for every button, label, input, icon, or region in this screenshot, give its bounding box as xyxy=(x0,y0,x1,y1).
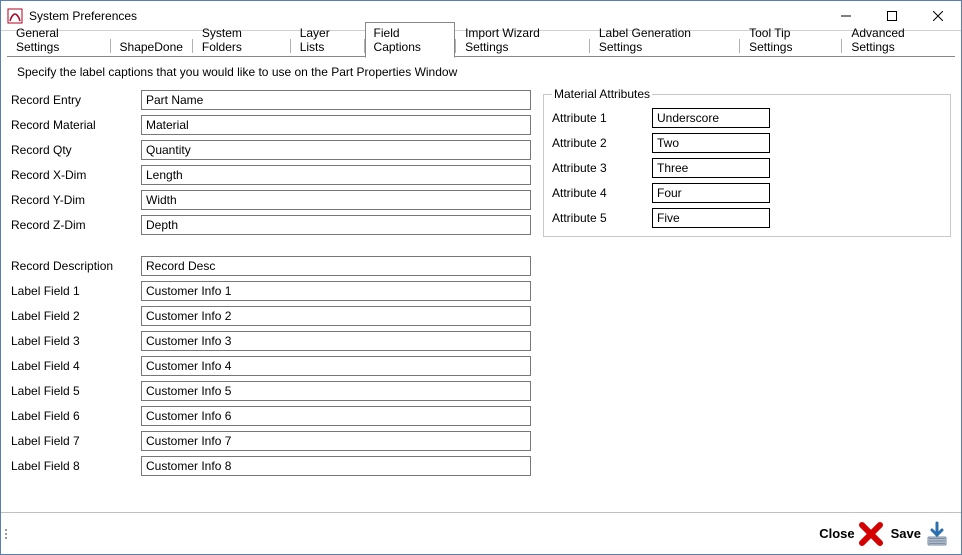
tab-label-generation-settings[interactable]: Label Generation Settings xyxy=(590,22,739,58)
attribute-label: Attribute 3 xyxy=(552,161,652,175)
system-preferences-window: System Preferences General SettingsShape… xyxy=(0,0,962,555)
field-row: Record Material xyxy=(11,112,531,137)
tab-field-captions[interactable]: Field Captions xyxy=(365,22,456,58)
attribute-input[interactable] xyxy=(652,158,770,178)
attribute-input[interactable] xyxy=(652,208,770,228)
close-button-label: Close xyxy=(819,526,854,541)
field-row: Record X-Dim xyxy=(11,162,531,187)
tabs-bar: General SettingsShapeDoneSystem FoldersL… xyxy=(1,31,961,57)
field-row: Record Description xyxy=(11,253,531,278)
attribute-input[interactable] xyxy=(652,133,770,153)
field-label: Label Field 2 xyxy=(11,309,141,323)
field-input[interactable] xyxy=(141,356,531,376)
tab-import-wizard-settings[interactable]: Import Wizard Settings xyxy=(456,22,589,58)
attribute-row: Attribute 4 xyxy=(552,180,942,205)
tab-system-folders[interactable]: System Folders xyxy=(193,22,290,58)
field-input[interactable] xyxy=(141,190,531,210)
material-attributes-panel: Material Attributes Attribute 1 Attribute… xyxy=(539,87,951,478)
field-row: Record Qty xyxy=(11,137,531,162)
field-input[interactable] xyxy=(141,381,531,401)
field-input[interactable] xyxy=(141,281,531,301)
close-button[interactable]: Close xyxy=(817,518,886,550)
field-label: Record X-Dim xyxy=(11,168,141,182)
field-captions-form: Record Entry Record Material Record Qty Rec… xyxy=(11,87,531,478)
save-button[interactable]: Save xyxy=(889,518,953,550)
window-title: System Preferences xyxy=(29,9,137,23)
field-row: Label Field 3 xyxy=(11,328,531,353)
field-label: Label Field 8 xyxy=(11,459,141,473)
resize-handle-icon xyxy=(5,513,11,554)
field-label: Label Field 5 xyxy=(11,384,141,398)
field-row: Label Field 7 xyxy=(11,428,531,453)
field-row: Record Z-Dim xyxy=(11,212,531,237)
attribute-input[interactable] xyxy=(652,183,770,203)
field-row: Record Y-Dim xyxy=(11,187,531,212)
material-attributes-legend: Material Attributes xyxy=(552,87,652,101)
field-input[interactable] xyxy=(141,165,531,185)
field-input[interactable] xyxy=(141,115,531,135)
field-input[interactable] xyxy=(141,90,531,110)
field-input[interactable] xyxy=(141,215,531,235)
field-row: Record Entry xyxy=(11,87,531,112)
tab-content: Specify the label captions that you woul… xyxy=(1,57,961,512)
save-button-label: Save xyxy=(891,526,921,541)
field-label: Label Field 4 xyxy=(11,359,141,373)
field-input[interactable] xyxy=(141,331,531,351)
field-label: Label Field 3 xyxy=(11,334,141,348)
field-label: Label Field 6 xyxy=(11,409,141,423)
field-label: Record Y-Dim xyxy=(11,193,141,207)
attribute-label: Attribute 5 xyxy=(552,211,652,225)
tab-general-settings[interactable]: General Settings xyxy=(7,22,110,58)
save-disk-icon xyxy=(923,520,951,548)
field-row: Label Field 8 xyxy=(11,453,531,478)
field-row: Label Field 1 xyxy=(11,278,531,303)
field-label: Record Entry xyxy=(11,93,141,107)
attribute-label: Attribute 4 xyxy=(552,186,652,200)
field-label: Record Z-Dim xyxy=(11,218,141,232)
field-input[interactable] xyxy=(141,306,531,326)
tab-tool-tip-settings[interactable]: Tool Tip Settings xyxy=(740,22,841,58)
attribute-row: Attribute 1 xyxy=(552,105,942,130)
tab-advanced-settings[interactable]: Advanced Settings xyxy=(842,22,955,58)
attribute-row: Attribute 3 xyxy=(552,155,942,180)
footer-bar: Close Save xyxy=(1,512,961,554)
attribute-label: Attribute 1 xyxy=(552,111,652,125)
field-row: Label Field 4 xyxy=(11,353,531,378)
field-row: Label Field 6 xyxy=(11,403,531,428)
attribute-row: Attribute 2 xyxy=(552,130,942,155)
field-label: Record Qty xyxy=(11,143,141,157)
field-input[interactable] xyxy=(141,456,531,476)
field-label: Record Material xyxy=(11,118,141,132)
field-input[interactable] xyxy=(141,140,531,160)
field-input[interactable] xyxy=(141,431,531,451)
field-input[interactable] xyxy=(141,256,531,276)
description-text: Specify the label captions that you woul… xyxy=(17,65,951,79)
close-x-icon xyxy=(857,520,885,548)
field-label: Record Description xyxy=(11,259,141,273)
field-label: Label Field 1 xyxy=(11,284,141,298)
attribute-label: Attribute 2 xyxy=(552,136,652,150)
attribute-input[interactable] xyxy=(652,108,770,128)
tab-layer-lists[interactable]: Layer Lists xyxy=(291,22,364,58)
field-row: Label Field 5 xyxy=(11,378,531,403)
tab-shapedone[interactable]: ShapeDone xyxy=(111,36,192,58)
material-attributes-fieldset: Material Attributes Attribute 1 Attribute… xyxy=(543,87,951,237)
field-row: Label Field 2 xyxy=(11,303,531,328)
attribute-row: Attribute 5 xyxy=(552,205,942,230)
field-label: Label Field 7 xyxy=(11,434,141,448)
field-input[interactable] xyxy=(141,406,531,426)
